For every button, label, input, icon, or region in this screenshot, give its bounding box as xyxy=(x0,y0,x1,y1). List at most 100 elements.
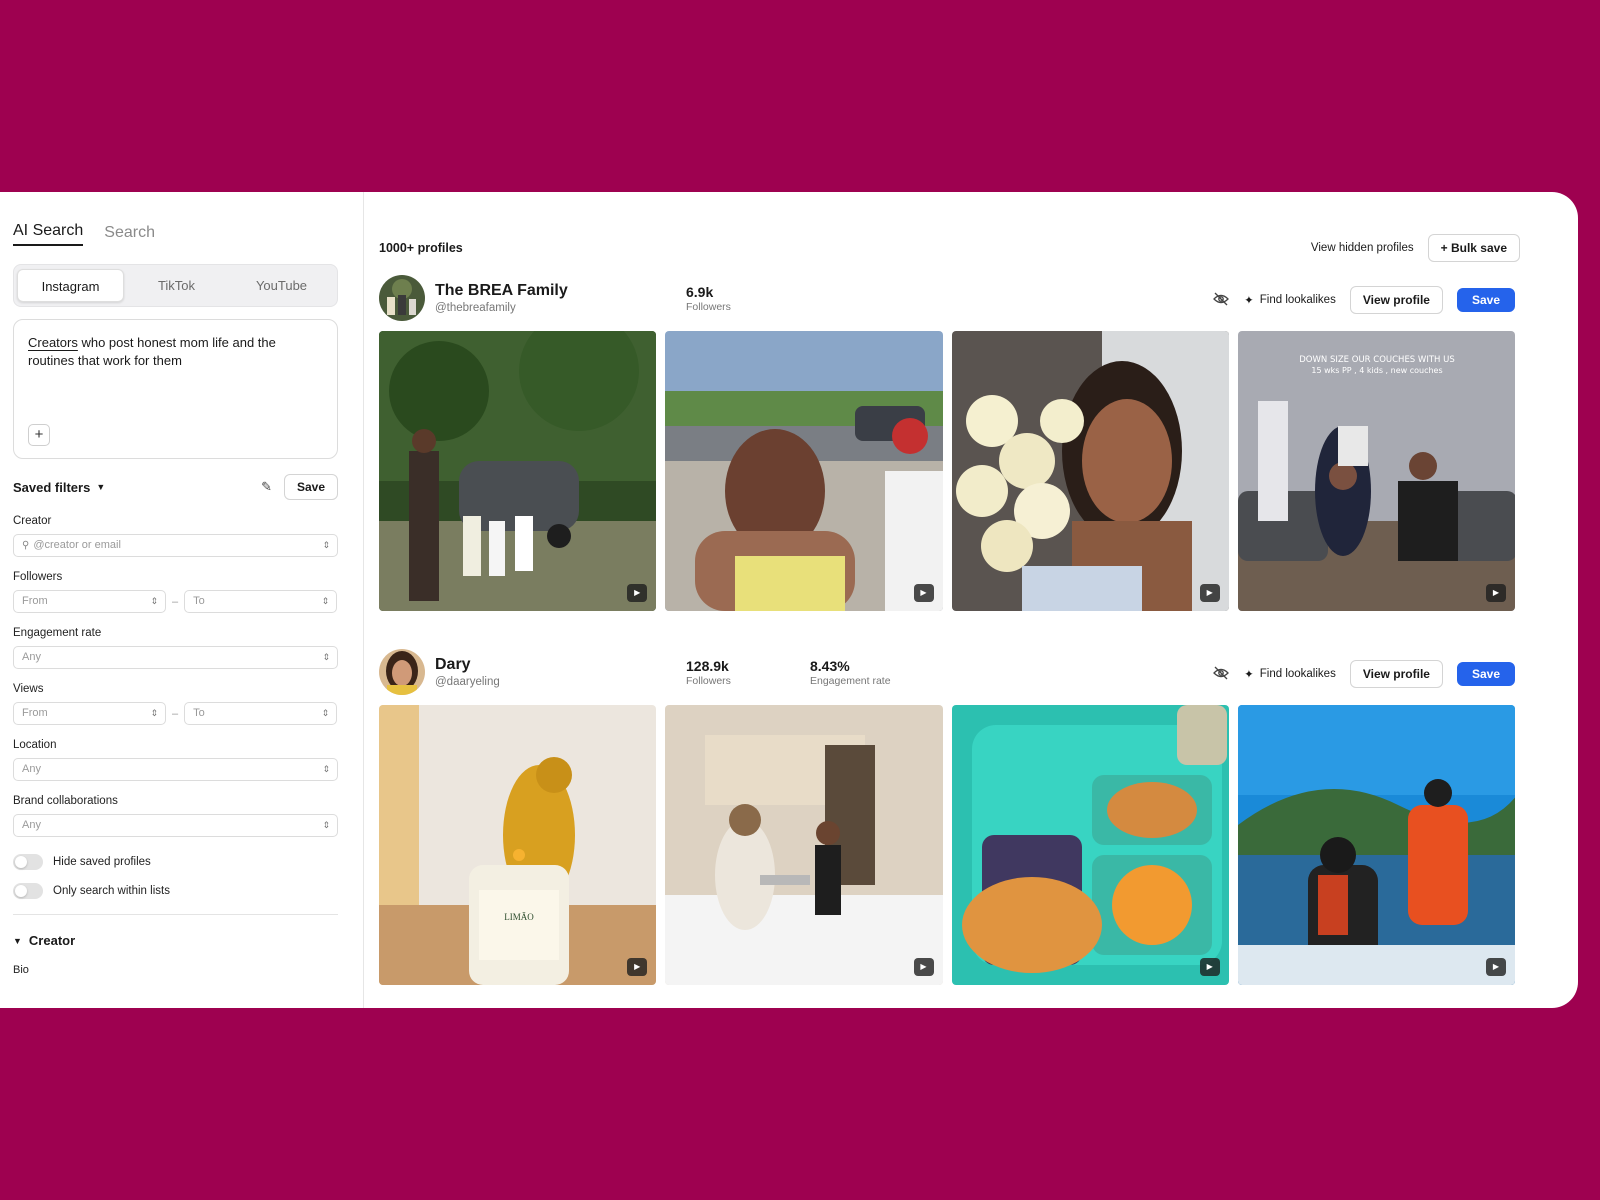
find-lookalikes-button[interactable]: ✦ Find lookalikes xyxy=(1244,667,1336,681)
results-count: 1000+ profiles xyxy=(379,241,463,255)
video-camera-icon: ▶ xyxy=(627,584,648,602)
find-lookalikes-label: Find lookalikes xyxy=(1259,294,1336,306)
results-panel: 1000+ profiles View hidden profiles + Bu… xyxy=(364,192,1578,1008)
post-thumbnail[interactable]: ▶ xyxy=(665,331,943,611)
creator-section-label: Creator xyxy=(28,933,76,948)
saved-filters-dropdown[interactable]: Saved filters ▼ xyxy=(13,480,105,495)
filter-sidebar: AI Search Search Instagram TikTok YouTub… xyxy=(0,192,364,1008)
post-grid: LIMÃO ▶ ▶ ▶ ▶ xyxy=(379,705,1515,985)
views-to-input[interactable]: To ⇕ xyxy=(184,702,338,725)
views-range: From ⇕ – To ⇕ xyxy=(13,702,338,725)
profile-handle: @daaryeling xyxy=(435,676,500,688)
search-icon: ⚲ xyxy=(22,540,30,551)
platform-instagram[interactable]: Instagram xyxy=(17,269,124,302)
stepper-icon: ⇕ xyxy=(150,596,158,606)
video-camera-icon: ▶ xyxy=(1199,584,1220,602)
stepper-icon: ⇕ xyxy=(322,820,330,830)
bio-label: Bio xyxy=(13,964,29,976)
save-profile-button[interactable]: Save xyxy=(1456,662,1515,686)
post-thumbnail[interactable]: ▶ xyxy=(951,705,1229,985)
creator-section-toggle[interactable]: ▼ Creator xyxy=(13,933,338,948)
svg-text:LIMÃO: LIMÃO xyxy=(504,912,534,922)
bulk-save-button[interactable]: + Bulk save xyxy=(1427,234,1520,262)
followers-label: Followers xyxy=(686,675,731,687)
chevron-down-icon: ▼ xyxy=(13,935,22,946)
save-filters-button[interactable]: Save xyxy=(283,474,338,500)
location-label: Location xyxy=(13,739,57,751)
views-from-placeholder: From xyxy=(22,707,48,719)
avatar[interactable] xyxy=(379,275,425,321)
post-grid: ▶ ▶ ▶ DOWN SIZE OUR COUCHES WITH US 15 wk… xyxy=(379,331,1515,611)
find-lookalikes-button[interactable]: ✦ Find lookalikes xyxy=(1244,293,1336,307)
profile-name[interactable]: Dary xyxy=(435,656,675,674)
post-thumbnail[interactable]: DOWN SIZE OUR COUCHES WITH US 15 wks PP ,… xyxy=(1237,331,1515,611)
followers-value: 128.9k xyxy=(686,658,729,674)
video-camera-icon: ▶ xyxy=(1486,958,1506,976)
followers-label: Followers xyxy=(686,301,731,313)
stepper-icon: ⇕ xyxy=(322,540,330,550)
chevron-down-icon: ▼ xyxy=(96,482,106,492)
view-profile-button[interactable]: View profile xyxy=(1349,660,1443,688)
stepper-icon: ⇕ xyxy=(322,652,330,662)
hide-saved-toggle[interactable] xyxy=(13,854,43,870)
video-camera-icon: ▶ xyxy=(913,584,934,602)
profile-card: Dary @daaryeling 128.9k Followers 8.43% … xyxy=(379,648,1515,985)
creator-search-input[interactable]: ⚲ @creator or email ⇕ xyxy=(13,534,338,557)
hide-profile-icon[interactable] xyxy=(1212,292,1230,309)
tab-search[interactable]: Search xyxy=(104,224,155,246)
post-thumbnail[interactable]: ▶ xyxy=(1237,705,1515,985)
post-thumbnail[interactable]: ▶ xyxy=(951,331,1229,611)
hide-profile-icon[interactable] xyxy=(1212,666,1230,683)
stepper-icon: ⇕ xyxy=(321,596,330,606)
views-from-input[interactable]: From ⇕ xyxy=(13,702,166,725)
saved-filters-label: Saved filters xyxy=(13,479,91,495)
tab-ai-search[interactable]: AI Search xyxy=(13,222,84,246)
overlay-caption-line1: DOWN SIZE OUR COUCHES WITH US xyxy=(1299,355,1454,365)
followers-to-input[interactable]: To ⇕ xyxy=(184,590,338,613)
followers-range: From ⇕ – To ⇕ xyxy=(13,590,338,613)
lists-only-row: Only search within lists xyxy=(13,882,338,900)
hide-saved-row: Hide saved profiles xyxy=(13,853,338,871)
pencil-icon[interactable]: ✎ xyxy=(261,479,272,495)
profile-name[interactable]: The BREA Family xyxy=(435,282,675,300)
stepper-icon: ⇕ xyxy=(150,708,158,718)
engagement-label: Engagement rate xyxy=(810,675,891,687)
post-thumbnail[interactable]: LIMÃO ▶ xyxy=(379,705,657,985)
engagement-value: 8.43% xyxy=(810,658,850,674)
add-attachment-button[interactable]: + xyxy=(28,424,50,446)
ai-prompt-input[interactable]: Creators who post honest mom life and th… xyxy=(13,319,338,459)
followers-value: 6.9k xyxy=(686,284,714,300)
platform-tiktok[interactable]: TikTok xyxy=(124,269,229,302)
engagement-label: Engagement rate xyxy=(13,627,102,639)
sparkle-icon: ✦ xyxy=(1244,295,1254,307)
platform-youtube[interactable]: YouTube xyxy=(229,269,334,302)
post-thumbnail[interactable]: ▶ xyxy=(379,331,657,611)
creator-label: Creator xyxy=(13,515,52,527)
save-profile-button[interactable]: Save xyxy=(1456,288,1515,312)
stepper-icon: ⇕ xyxy=(322,764,330,774)
engagement-select[interactable]: Any ⇕ xyxy=(13,646,338,669)
brand-collab-value: Any xyxy=(22,819,41,831)
followers-from-input[interactable]: From ⇕ xyxy=(13,590,166,613)
followers-from-placeholder: From xyxy=(22,595,48,607)
prompt-underlined-word: Creators xyxy=(28,335,78,350)
creator-placeholder: @creator or email xyxy=(33,539,121,551)
followers-stat: 6.9k Followers xyxy=(686,284,731,313)
view-profile-button[interactable]: View profile xyxy=(1349,286,1443,314)
divider xyxy=(13,914,338,915)
post-thumbnail[interactable]: ▶ xyxy=(665,705,943,985)
search-mode-tabs: AI Search Search xyxy=(13,216,338,246)
video-camera-icon: ▶ xyxy=(627,958,648,976)
avatar[interactable] xyxy=(379,649,425,695)
engagement-stat: 8.43% Engagement rate xyxy=(810,658,891,687)
find-lookalikes-label: Find lookalikes xyxy=(1259,668,1336,680)
followers-label: Followers xyxy=(13,571,63,583)
lists-only-toggle[interactable] xyxy=(13,883,43,899)
location-select[interactable]: Any ⇕ xyxy=(13,758,338,781)
prompt-text: Creators who post honest mom life and th… xyxy=(28,334,323,370)
brand-collab-select[interactable]: Any ⇕ xyxy=(13,814,338,837)
lists-only-label: Only search within lists xyxy=(53,885,170,897)
app-window: AI Search Search Instagram TikTok YouTub… xyxy=(0,192,1578,1008)
hide-saved-label: Hide saved profiles xyxy=(53,856,151,868)
view-hidden-profiles-link[interactable]: View hidden profiles xyxy=(1311,242,1414,254)
